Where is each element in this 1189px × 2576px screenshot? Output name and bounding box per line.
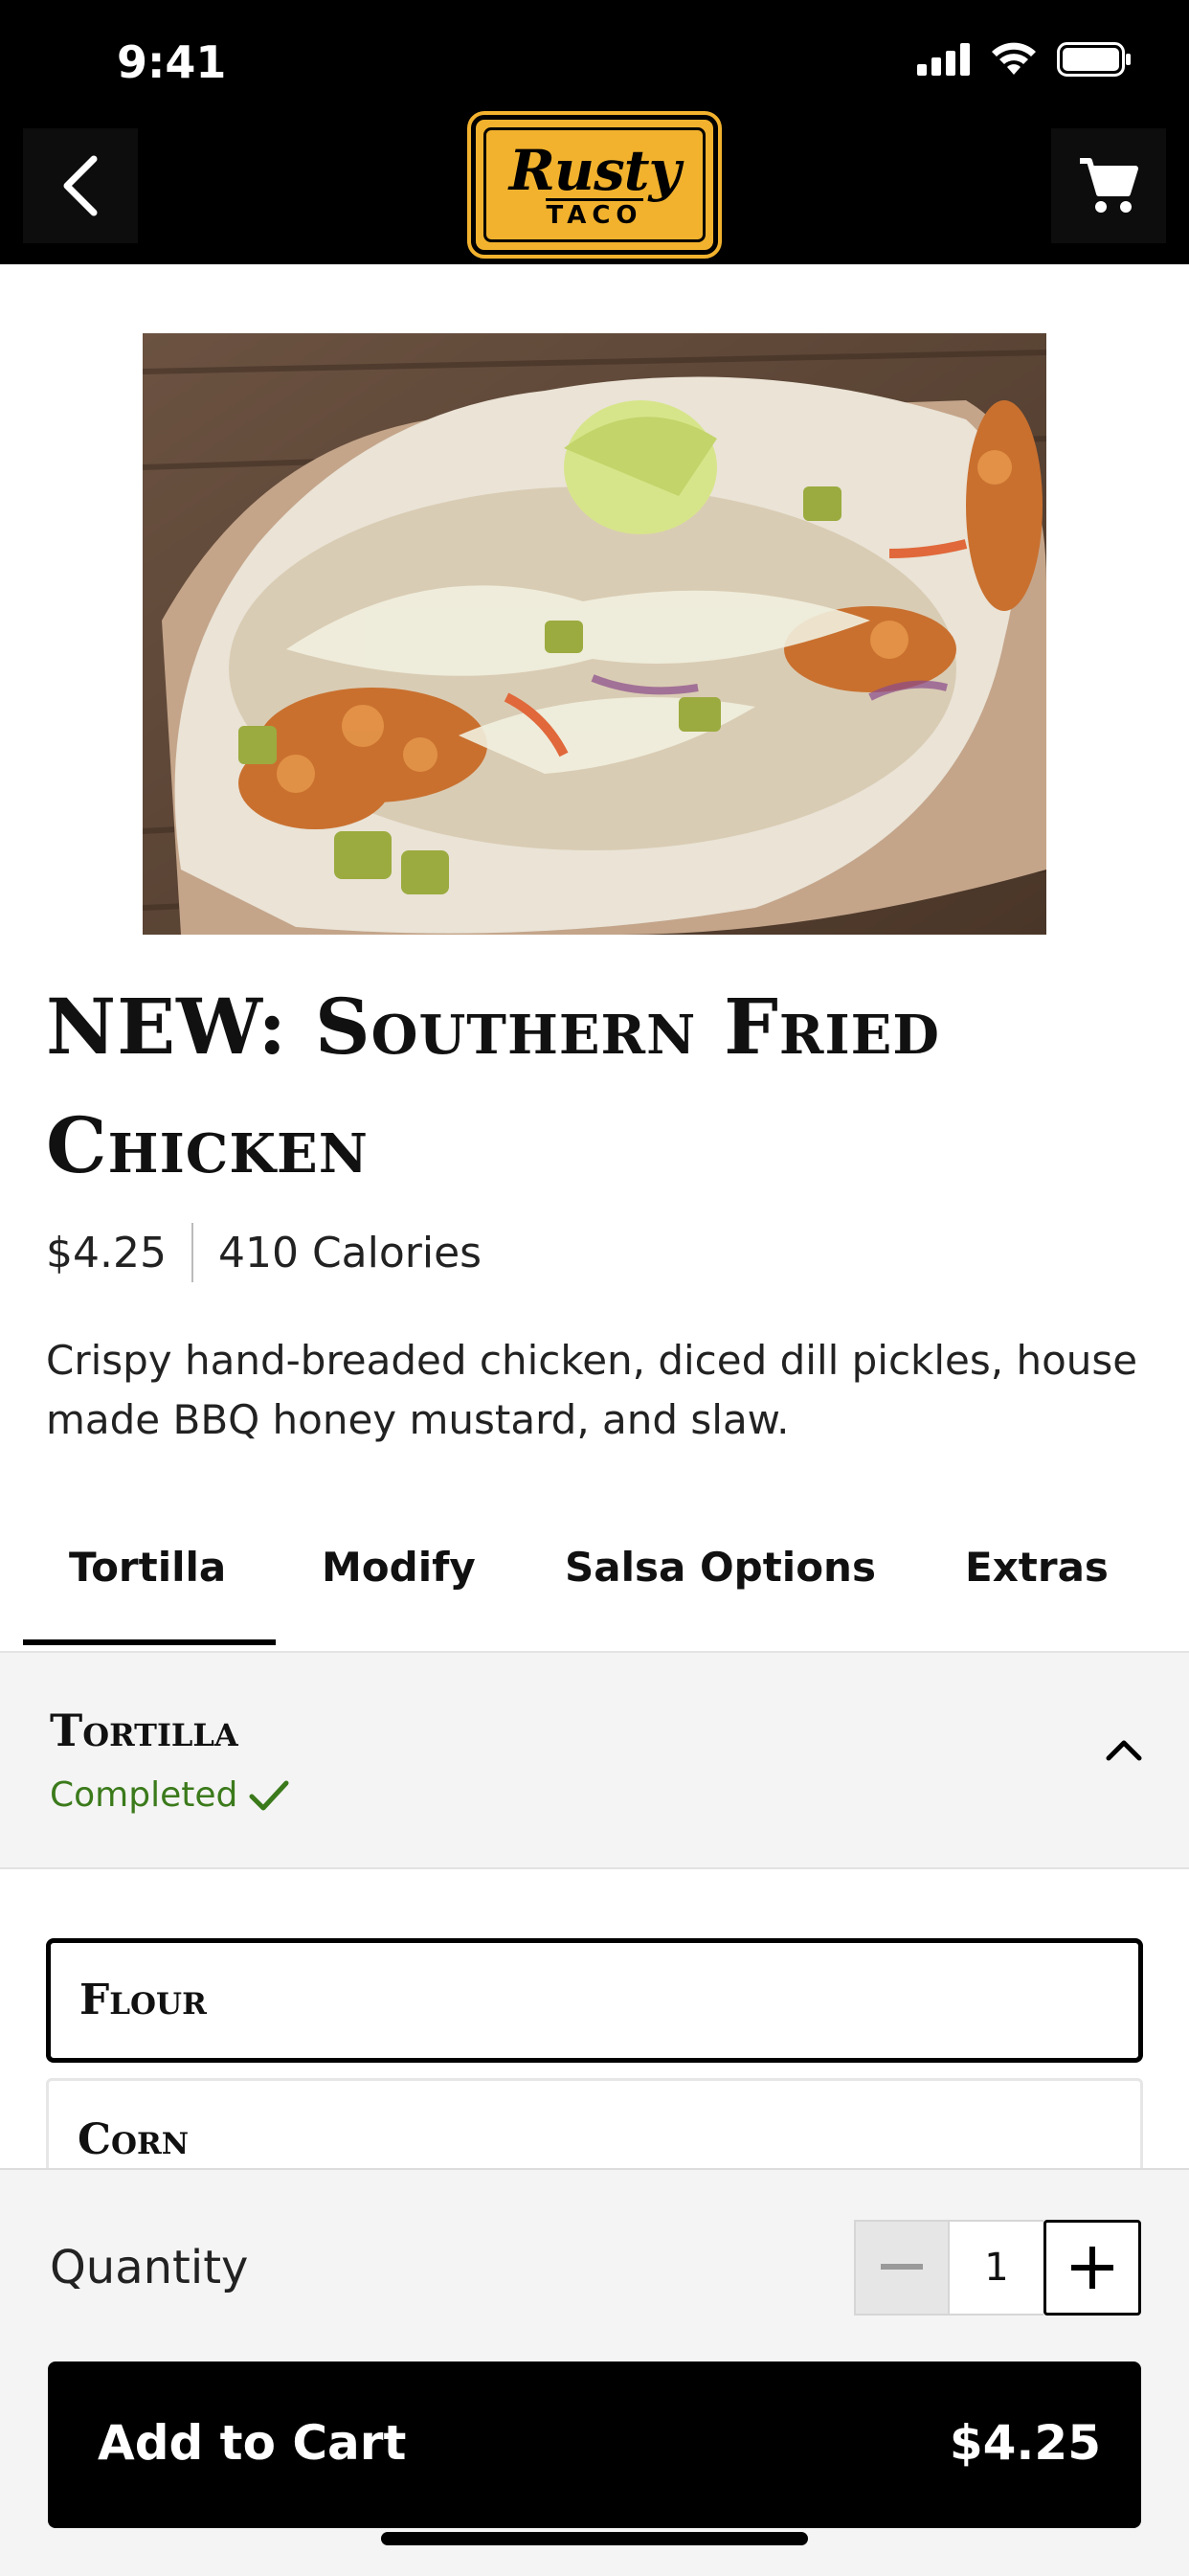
decrement-button[interactable] <box>854 2220 950 2316</box>
add-to-cart-button[interactable]: Add to Cart $4.25 <box>48 2361 1141 2528</box>
tab-modify[interactable]: Modify <box>322 1544 476 1591</box>
tab-extras[interactable]: Extras <box>965 1544 1109 1591</box>
quantity-label: Quantity <box>50 2241 249 2294</box>
product-title: NEW: Southern Fried Chicken <box>46 982 940 1190</box>
add-to-cart-total: $4.25 <box>949 2415 1101 2471</box>
status-icons <box>917 42 1132 77</box>
logo-frame: Rusty TACO <box>483 127 706 242</box>
plus-icon <box>1071 2247 1113 2289</box>
section-status-text: Completed <box>50 1775 238 1815</box>
product-calories: 410 Calories <box>217 1228 482 1277</box>
option-flour[interactable]: Flour <box>46 1938 1143 2063</box>
active-tab-indicator <box>23 1639 276 1645</box>
meta-divider <box>191 1223 193 1282</box>
minus-icon <box>881 2264 923 2270</box>
product-meta: $4.25 410 Calories <box>46 1222 482 1283</box>
option-label: Corn <box>78 2115 190 2164</box>
option-label: Flour <box>79 1976 207 2024</box>
battery-icon <box>1057 42 1131 77</box>
brand-logo[interactable]: Rusty TACO <box>467 111 722 259</box>
section-status: Completed <box>50 1775 289 1815</box>
logo-wordmark-top: Rusty <box>508 137 682 203</box>
checkmark-icon <box>249 1780 289 1810</box>
status-time: 9:41 <box>117 36 227 88</box>
product-description: Crispy hand-breaded chicken, diced dill … <box>46 1337 1138 1443</box>
tab-salsa-options[interactable]: Salsa Options <box>565 1544 876 1591</box>
section-title: Tortilla <box>50 1705 238 1756</box>
order-footer: Quantity 1 Add to Cart $4.25 <box>0 2168 1189 2576</box>
increment-button[interactable] <box>1043 2220 1141 2316</box>
quantity-stepper: 1 <box>854 2220 1141 2316</box>
option-corn[interactable]: Corn <box>46 2078 1143 2174</box>
product-image <box>143 333 1046 935</box>
back-button[interactable] <box>23 128 138 243</box>
cart-button[interactable] <box>1051 128 1166 243</box>
add-to-cart-label: Add to Cart <box>98 2415 407 2471</box>
back-arrow-icon <box>63 155 98 216</box>
product-price: $4.25 <box>46 1228 167 1277</box>
tab-tortilla[interactable]: Tortilla <box>69 1544 226 1591</box>
chevron-up-icon[interactable] <box>1105 1737 1143 1762</box>
logo-wordmark-bottom: TACO <box>546 197 643 228</box>
quantity-value: 1 <box>950 2220 1043 2316</box>
home-indicator <box>381 2532 808 2545</box>
tortilla-section-header[interactable]: Tortilla Completed <box>0 1653 1189 1869</box>
customization-tabs: Tortilla Modify Salsa Options Extras <box>0 1523 1189 1653</box>
cart-icon <box>1080 158 1138 213</box>
status-bar: 9:41 <box>0 0 1189 124</box>
wifi-icon <box>992 42 1036 75</box>
taco-photo-illustration <box>143 333 1046 935</box>
signal-icon <box>917 43 970 76</box>
